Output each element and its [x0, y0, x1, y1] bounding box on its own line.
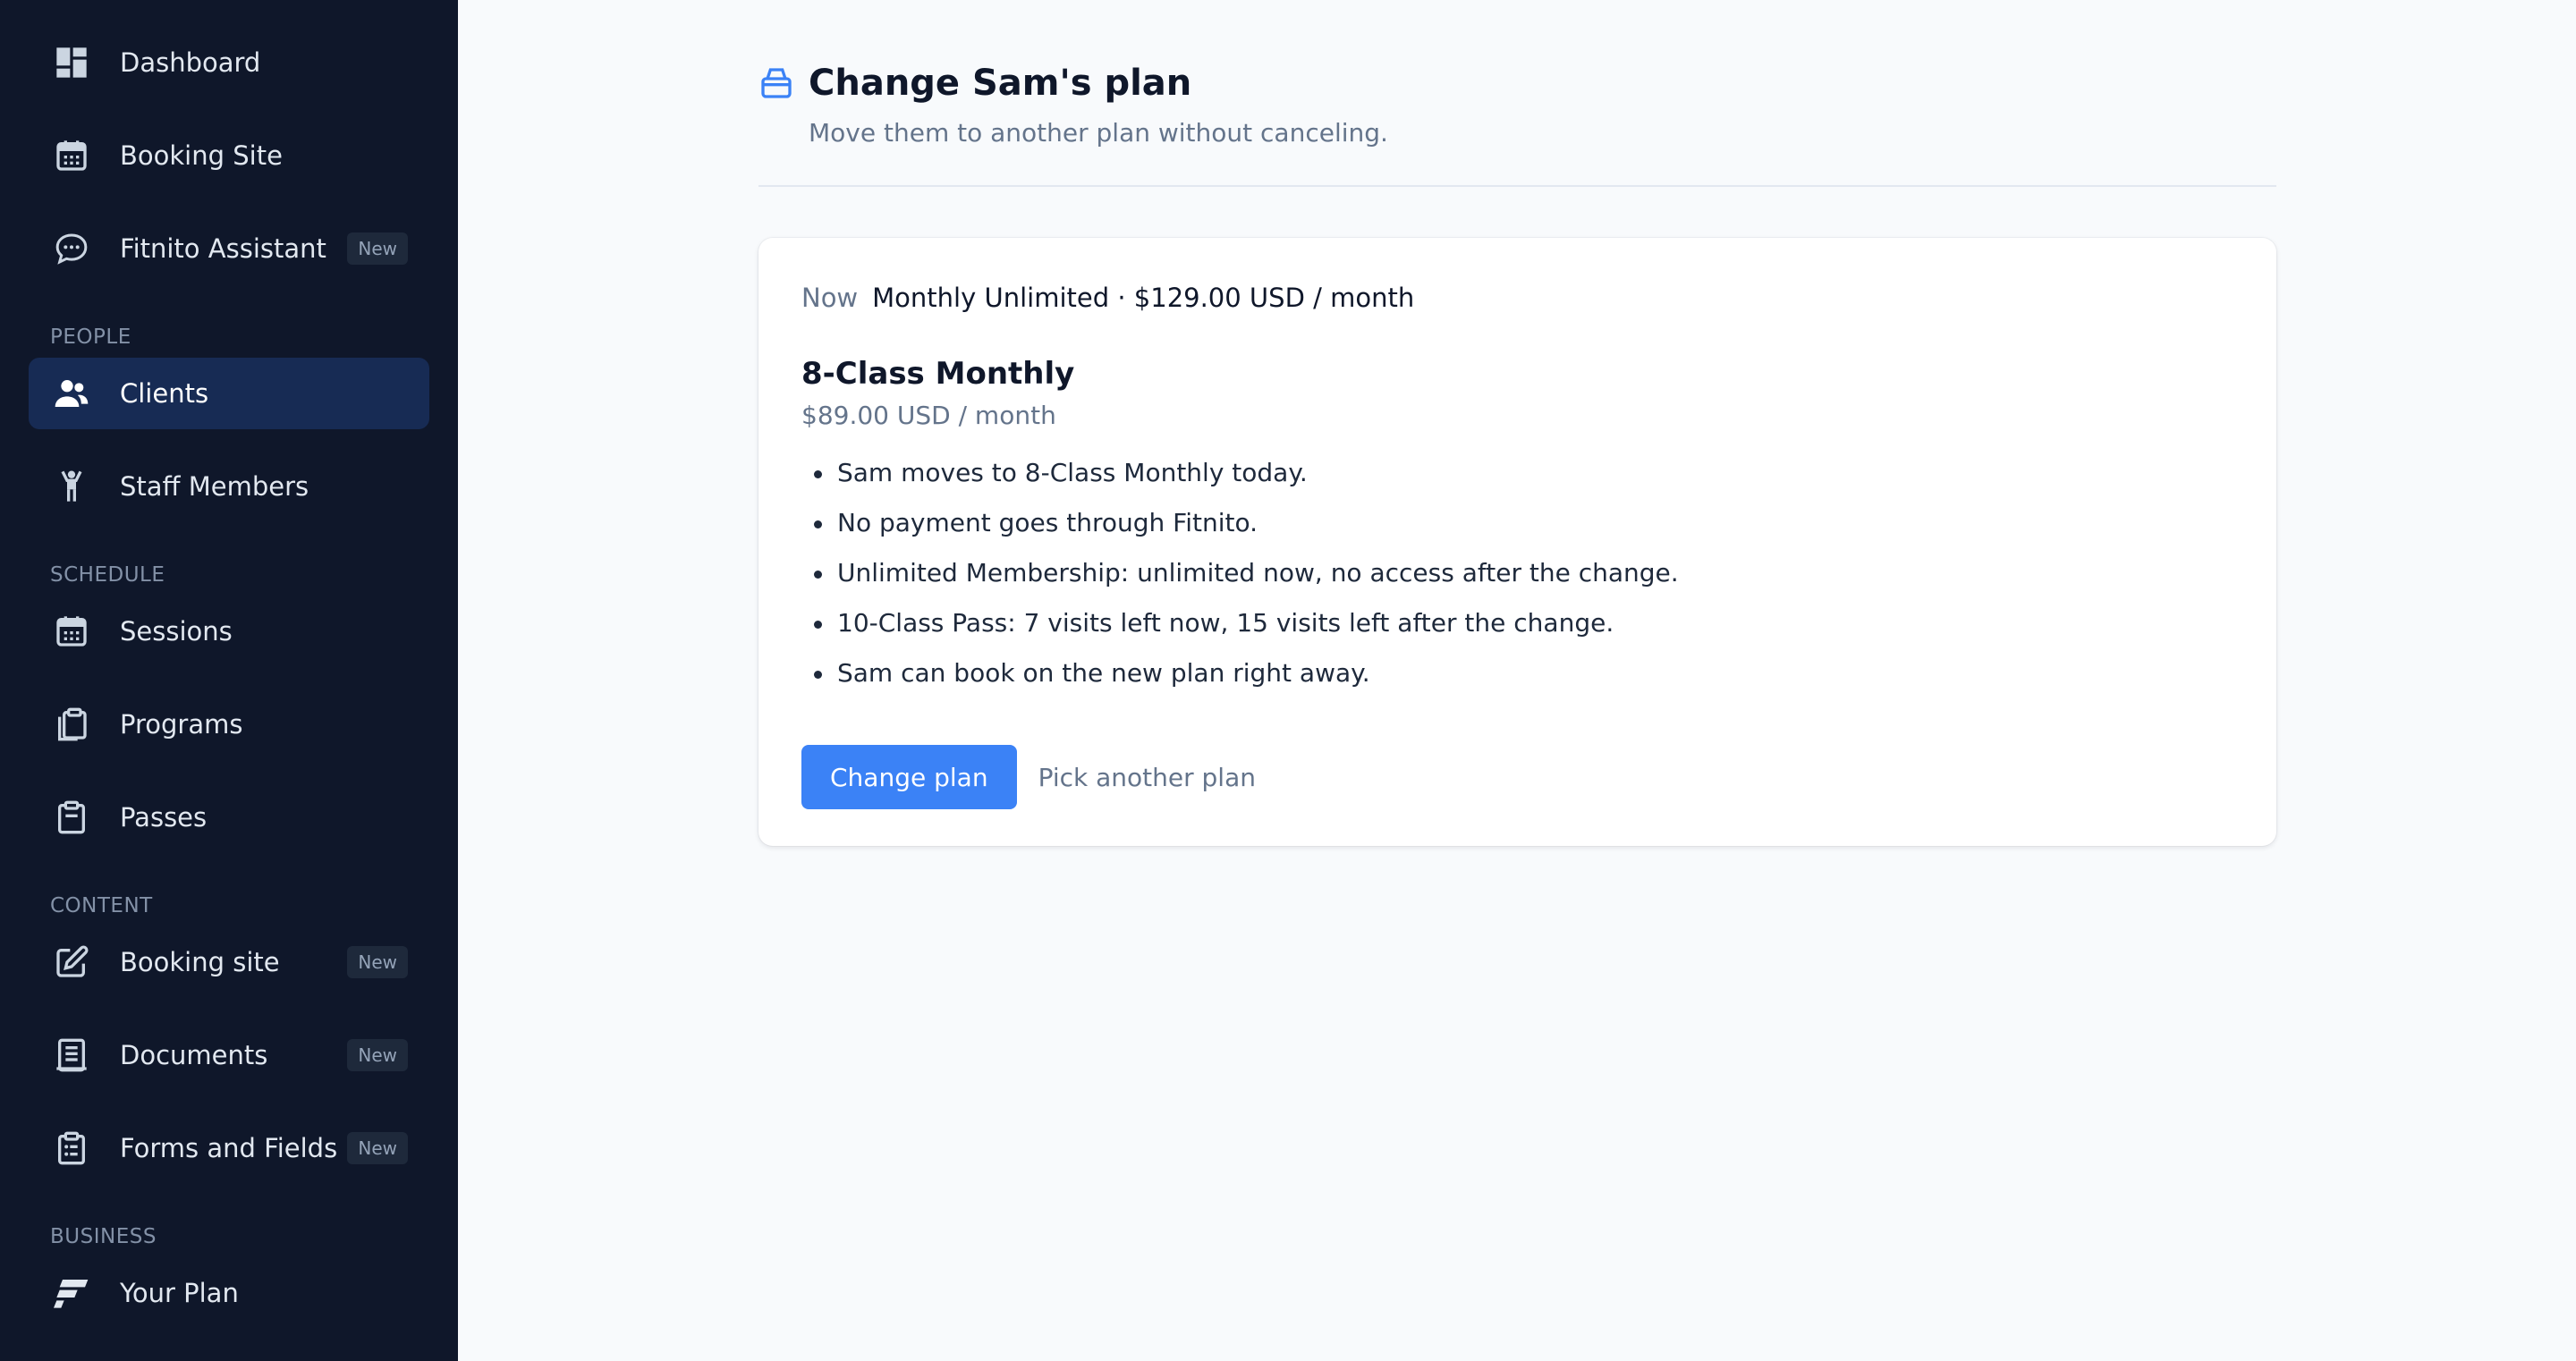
box-icon [758, 63, 798, 103]
plan-change-card: Now Monthly Unlimited · $129.00 USD / mo… [758, 238, 2276, 846]
sidebar-item-label: Fitnito Assistant [120, 233, 326, 264]
title-row: Change Sam's plan [758, 63, 2276, 104]
sidebar-item-label: Passes [120, 802, 208, 833]
new-badge: New [347, 232, 408, 265]
list-item: No payment goes through Fitnito. [801, 498, 2233, 548]
sidebar-item-staff-members[interactable]: Staff Members [29, 451, 429, 522]
header-divider [758, 185, 2276, 187]
change-details-list: Sam moves to 8-Class Monthly today. No p… [801, 448, 2233, 698]
new-badge: New [347, 1132, 408, 1164]
fitnito-logo-icon [52, 1273, 91, 1313]
calendar-icon [52, 612, 91, 651]
main-content: Change Sam's plan Move them to another p… [458, 0, 2576, 1361]
sidebar-item-booking-site-content[interactable]: Booking site New [29, 926, 429, 998]
section-label-business: BUSINESS [50, 1225, 157, 1248]
clipboard-copy-icon [52, 705, 91, 744]
sidebar: Dashboard Booking Site Fitnito Assistant… [0, 0, 458, 1361]
sidebar-item-documents[interactable]: Documents New [29, 1019, 429, 1091]
list-item: Sam can book on the new plan right away. [801, 648, 2233, 698]
sidebar-item-clients[interactable]: Clients [29, 358, 429, 429]
current-plan-value: Monthly Unlimited · $129.00 USD / month [872, 283, 1415, 313]
new-plan-name: 8-Class Monthly [801, 356, 1075, 392]
sidebar-item-label: Staff Members [120, 471, 309, 502]
app-root: Dashboard Booking Site Fitnito Assistant… [0, 0, 2576, 1361]
sidebar-item-forms-and-fields[interactable]: Forms and Fields New [29, 1112, 429, 1184]
sidebar-item-label: Forms and Fields [120, 1133, 338, 1163]
sidebar-item-dashboard[interactable]: Dashboard [29, 27, 429, 98]
page-header: Change Sam's plan Move them to another p… [758, 63, 2276, 187]
sidebar-item-fitnito-assistant[interactable]: Fitnito Assistant New [29, 213, 429, 284]
page-subtitle: Move them to another plan without cancel… [809, 118, 1388, 148]
section-label-people: PEOPLE [50, 325, 131, 349]
sidebar-item-label: Programs [120, 709, 243, 740]
section-label-schedule: SCHEDULE [50, 563, 165, 587]
chat-bubble-icon [52, 229, 91, 268]
dashboard-icon [52, 43, 91, 82]
sidebar-item-your-plan[interactable]: Your Plan [29, 1257, 429, 1329]
sidebar-item-label: Dashboard [120, 47, 261, 78]
page-title: Change Sam's plan [809, 63, 1192, 104]
clipboard-icon [52, 798, 91, 837]
current-plan-row: Now Monthly Unlimited · $129.00 USD / mo… [801, 283, 2233, 313]
sidebar-item-label: Documents [120, 1040, 268, 1070]
sidebar-item-passes[interactable]: Passes [29, 782, 429, 853]
sidebar-item-label: Clients [120, 378, 209, 409]
clipboard-list-icon [52, 1129, 91, 1168]
edit-icon [52, 943, 91, 982]
section-label-content: CONTENT [50, 894, 153, 917]
sidebar-item-label: Your Plan [120, 1278, 239, 1308]
card-actions: Change plan Pick another plan [801, 745, 2233, 809]
pick-another-plan-button[interactable]: Pick another plan [1038, 763, 1256, 792]
sidebar-item-sessions[interactable]: Sessions [29, 596, 429, 667]
list-item: Sam moves to 8-Class Monthly today. [801, 448, 2233, 498]
new-badge: New [347, 946, 408, 978]
sidebar-item-programs[interactable]: Programs [29, 689, 429, 760]
sidebar-item-label: Sessions [120, 616, 233, 647]
list-item: 10-Class Pass: 7 visits left now, 15 vis… [801, 598, 2233, 648]
new-badge: New [347, 1039, 408, 1071]
change-plan-button[interactable]: Change plan [801, 745, 1017, 809]
sidebar-item-label: Booking Site [120, 140, 283, 171]
new-plan-price: $89.00 USD / month [801, 401, 1056, 430]
sidebar-item-label: Booking site [120, 947, 280, 977]
document-icon [52, 1036, 91, 1075]
current-plan-label: Now [801, 283, 859, 313]
person-icon [52, 467, 91, 506]
users-icon [52, 374, 91, 413]
list-item: Unlimited Membership: unlimited now, no … [801, 548, 2233, 598]
calendar-icon [52, 136, 91, 175]
sidebar-item-booking-site[interactable]: Booking Site [29, 120, 429, 191]
